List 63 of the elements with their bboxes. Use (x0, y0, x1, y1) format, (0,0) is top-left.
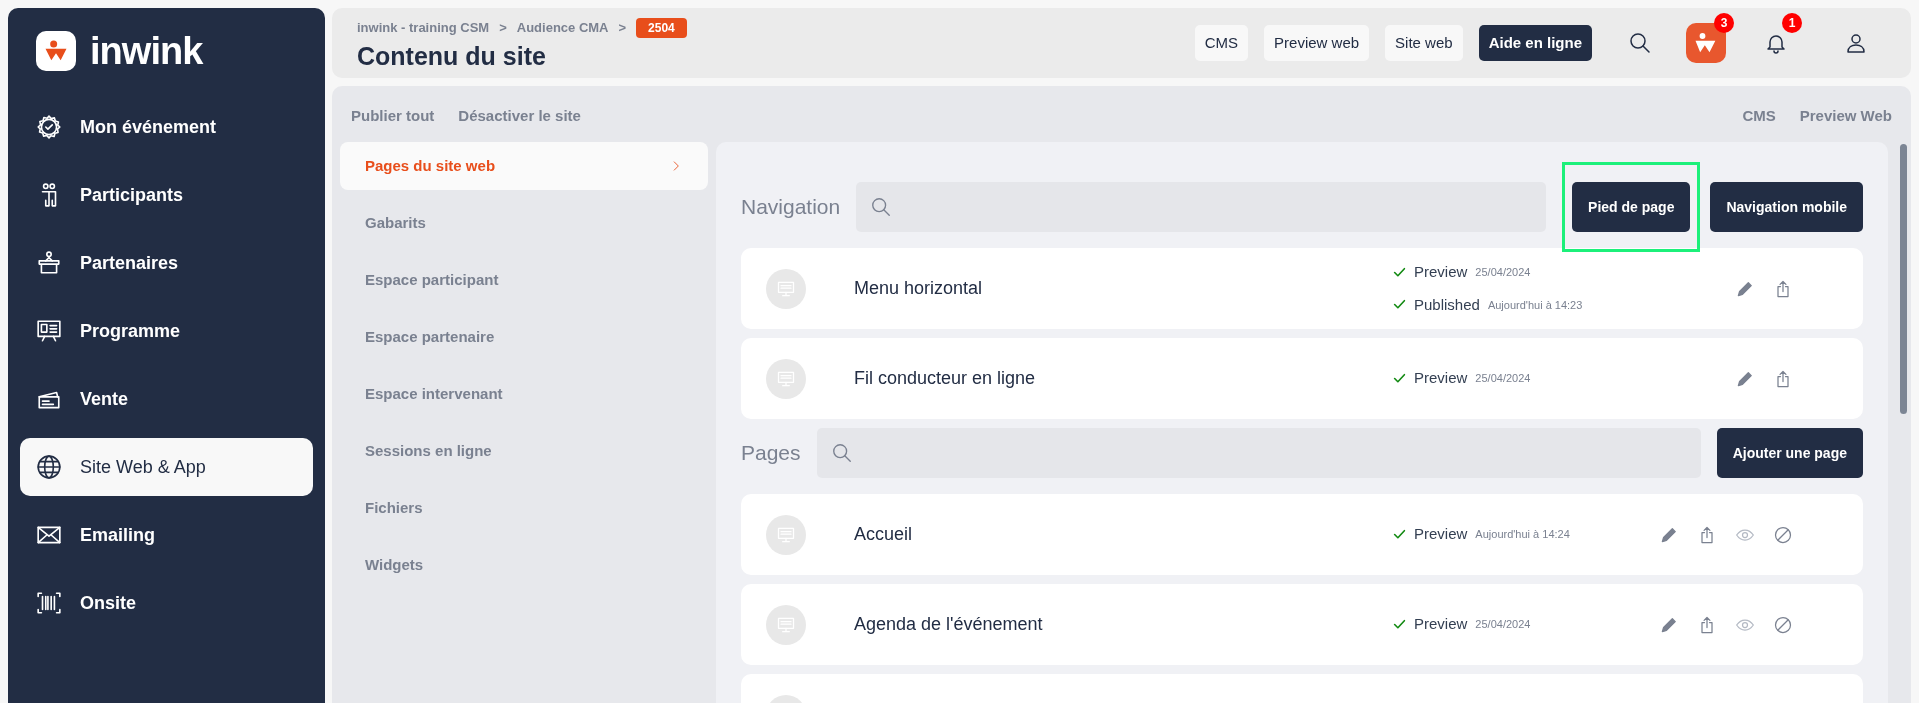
page-title: Contenu du site (357, 43, 547, 69)
sidebar-item[interactable]: Vente (20, 370, 313, 428)
search-icon (830, 442, 853, 464)
status-date: 25/04/2024 (1475, 617, 1531, 633)
scrollbar-thumb[interactable] (1900, 144, 1907, 414)
page-name: Agenda de l'événement (854, 614, 1043, 634)
badge-icon (36, 114, 62, 140)
disable-button[interactable] (1773, 614, 1793, 635)
section-title: Navigation (741, 194, 841, 221)
check-icon (1393, 372, 1406, 385)
sidebar-item[interactable]: Programme (20, 302, 313, 360)
search-icon (870, 196, 893, 218)
status-date: Aujourd'hui à 14:24 (1475, 527, 1570, 543)
check-icon (1393, 618, 1406, 631)
count-badge: 3 (1714, 13, 1734, 33)
page-name: Menu horizontal (854, 278, 983, 298)
sidebar-item[interactable]: Site Web & App (20, 438, 313, 496)
count-badge: 1 (1782, 13, 1802, 33)
sidebar-item[interactable]: Onsite (20, 574, 313, 632)
breadcrumb-separator: > (618, 18, 627, 37)
podium-icon (36, 250, 62, 276)
sidebar-item[interactable]: Partenaires (20, 234, 313, 292)
list-row[interactable]: Menu horizontal Preview 25/04/2024 Published Aujourd'hui à 14:23 (741, 248, 1863, 329)
search-field[interactable] (856, 182, 1547, 232)
header-button[interactable]: CMS (1194, 25, 1249, 61)
status-label: Preview (1414, 524, 1468, 545)
logo-text: inwink (90, 32, 203, 70)
page-name: Accueil (854, 524, 913, 544)
list-row[interactable]: Accueil Preview Aujourd'hui à 14:24 (741, 494, 1863, 575)
check-icon (1393, 528, 1406, 541)
status-label: Preview (1414, 262, 1468, 282)
event-id-badge: 2504 (636, 17, 687, 38)
blocked-icon (1773, 614, 1793, 635)
page-name: Fil conducteur en ligne (854, 368, 1036, 388)
search-icon (1628, 31, 1652, 55)
header-button[interactable]: Preview web (1264, 25, 1370, 61)
section-button[interactable]: Pied de page (1572, 182, 1691, 232)
sidebar-item[interactable]: Emailing (20, 506, 313, 564)
blocked-icon (1773, 524, 1793, 545)
barcode-icon (36, 590, 62, 616)
status-label: Published (1414, 294, 1480, 315)
status-label: Preview (1414, 368, 1468, 389)
submenu-item[interactable]: Pages du site web (340, 142, 708, 190)
search-field[interactable] (816, 428, 1701, 478)
status-date: 25/04/2024 (1475, 265, 1531, 280)
disable-button[interactable] (1773, 524, 1793, 545)
check-icon (1393, 265, 1406, 279)
list-row[interactable]: Agenda de l'événement Preview 25/04/2024 (741, 584, 1863, 665)
status-label: Preview (1414, 614, 1468, 635)
section-title: Pages (741, 440, 801, 467)
presentation-board-icon (36, 318, 62, 344)
list-row[interactable]: Fil conducteur en ligne Preview 25/04/2024 (741, 338, 1863, 419)
user-icon (1844, 31, 1868, 55)
section-button[interactable]: Ajouter une page (1716, 428, 1863, 478)
sidebar-item[interactable]: Mon événement (20, 98, 313, 156)
section-button[interactable]: Navigation mobile (1710, 182, 1863, 232)
status-date: Aujourd'hui à 14:23 (1487, 297, 1583, 313)
header-button[interactable]: Site web (1385, 25, 1463, 61)
help-button[interactable]: Aide en ligne (1478, 25, 1592, 61)
status-date: 25/04/2024 (1475, 371, 1531, 387)
breadcrumb-separator: > (499, 18, 507, 37)
sidebar-item[interactable]: Participants (20, 166, 313, 224)
globe-icon (36, 454, 62, 480)
